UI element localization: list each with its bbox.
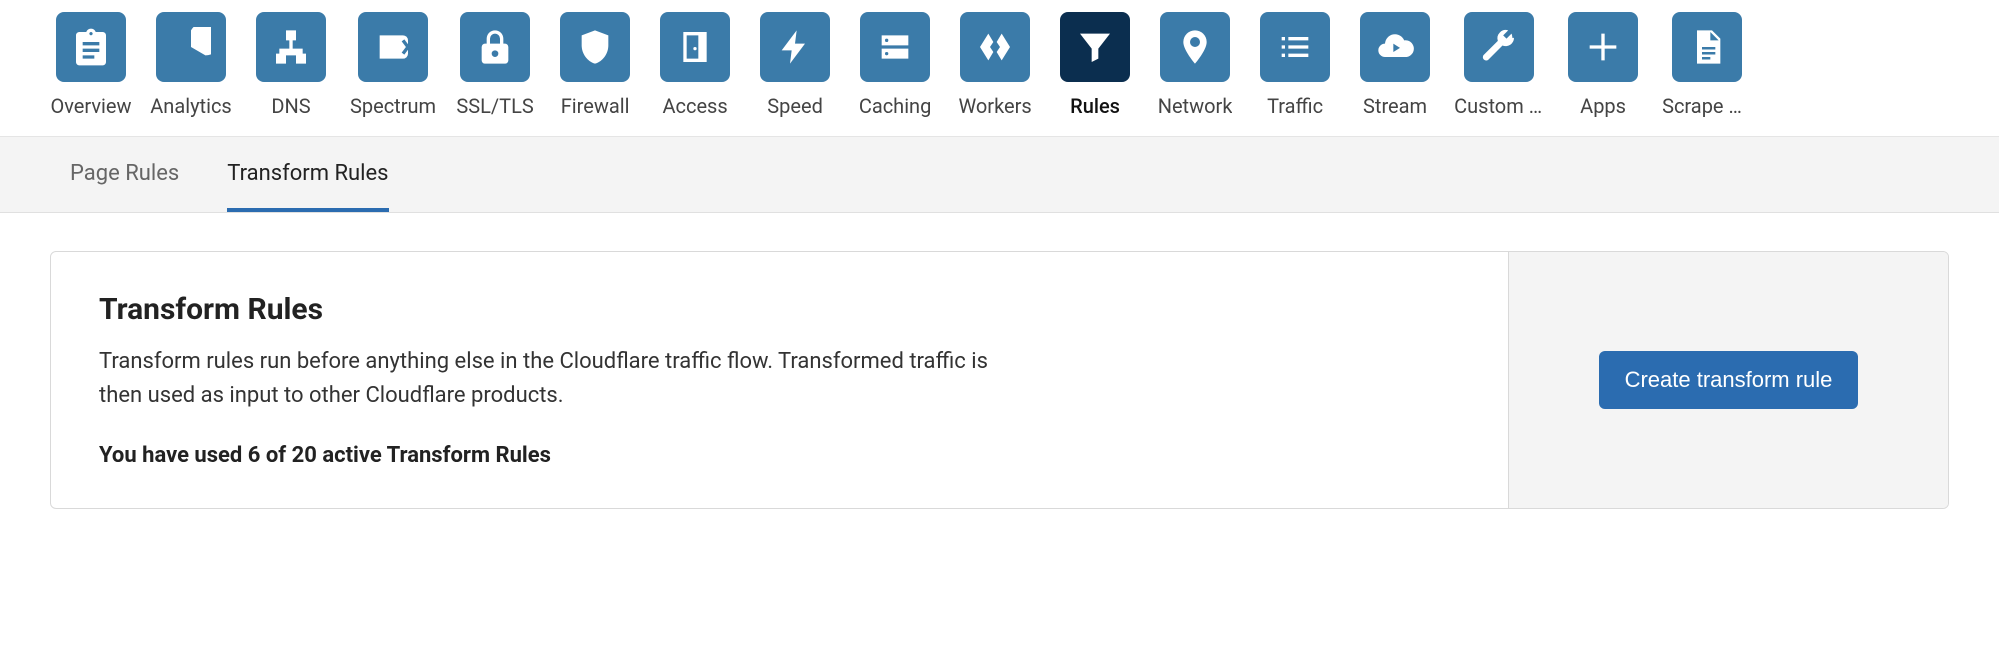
nav-item-access[interactable]: Access — [654, 12, 736, 118]
shield-icon — [560, 12, 630, 82]
card-description: Transform rules run before anything else… — [99, 345, 999, 413]
nav-label: Analytics — [150, 94, 232, 118]
lock-icon — [460, 12, 530, 82]
plus-icon — [1568, 12, 1638, 82]
nav-item-analytics[interactable]: Analytics — [150, 12, 232, 118]
cloud-play-icon — [1360, 12, 1430, 82]
nav-item-stream[interactable]: Stream — [1354, 12, 1436, 118]
wrench-icon — [1464, 12, 1534, 82]
nav-label: Stream — [1363, 94, 1427, 118]
tab-page-rules[interactable]: Page Rules — [70, 137, 179, 212]
funnel-icon — [1060, 12, 1130, 82]
clipboard-icon — [56, 12, 126, 82]
nav-label: Rules — [1070, 94, 1120, 118]
spectrum-icon — [358, 12, 428, 82]
subnav: Page Rules Transform Rules — [0, 137, 1999, 213]
nav-label: Scrape S… — [1662, 94, 1752, 118]
nav-item-workers[interactable]: Workers — [954, 12, 1036, 118]
card-main: Transform Rules Transform rules run befo… — [51, 252, 1508, 508]
list-icon — [1260, 12, 1330, 82]
nav-label: SSL/TLS — [456, 94, 533, 118]
door-icon — [660, 12, 730, 82]
nav-item-ssltls[interactable]: SSL/TLS — [454, 12, 536, 118]
nav-item-speed[interactable]: Speed — [754, 12, 836, 118]
nav-label: Firewall — [561, 94, 630, 118]
drive-icon — [860, 12, 930, 82]
nav-item-rules[interactable]: Rules — [1054, 12, 1136, 118]
nav-item-scrapes[interactable]: Scrape S… — [1662, 12, 1752, 118]
nav-item-traffic[interactable]: Traffic — [1254, 12, 1336, 118]
nav-label: Speed — [767, 94, 823, 118]
nav-item-apps[interactable]: Apps — [1562, 12, 1644, 118]
nav-label: Apps — [1580, 94, 1626, 118]
top-nav: Overview Analytics DNS Spectrum SSL/TLS Firew… — [0, 0, 1999, 137]
pie-icon — [156, 12, 226, 82]
file-icon — [1672, 12, 1742, 82]
nav-item-spectrum[interactable]: Spectrum — [350, 12, 436, 118]
tab-transform-rules[interactable]: Transform Rules — [227, 137, 388, 212]
workers-icon — [960, 12, 1030, 82]
content-area: Transform Rules Transform rules run befo… — [0, 213, 1999, 547]
nav-item-overview[interactable]: Overview — [50, 12, 132, 118]
nav-item-dns[interactable]: DNS — [250, 12, 332, 118]
nav-label: Spectrum — [350, 94, 436, 118]
nav-item-customp[interactable]: Custom P… — [1454, 12, 1544, 118]
usage-text: You have used 6 of 20 active Transform R… — [99, 443, 1460, 468]
nav-item-network[interactable]: Network — [1154, 12, 1236, 118]
sitemap-icon — [256, 12, 326, 82]
create-transform-rule-button[interactable]: Create transform rule — [1599, 351, 1859, 409]
nav-item-caching[interactable]: Caching — [854, 12, 936, 118]
nav-label: Overview — [50, 94, 131, 118]
nav-label: Traffic — [1267, 94, 1323, 118]
transform-rules-card: Transform Rules Transform rules run befo… — [50, 251, 1949, 509]
nav-label: Access — [662, 94, 727, 118]
pin-icon — [1160, 12, 1230, 82]
nav-label: Custom P… — [1454, 94, 1544, 118]
nav-label: DNS — [271, 94, 310, 118]
nav-item-firewall[interactable]: Firewall — [554, 12, 636, 118]
bolt-icon — [760, 12, 830, 82]
card-title: Transform Rules — [99, 292, 1460, 327]
nav-label: Workers — [958, 94, 1031, 118]
nav-label: Network — [1158, 94, 1233, 118]
nav-label: Caching — [859, 94, 932, 118]
card-sidebar: Create transform rule — [1508, 252, 1948, 508]
